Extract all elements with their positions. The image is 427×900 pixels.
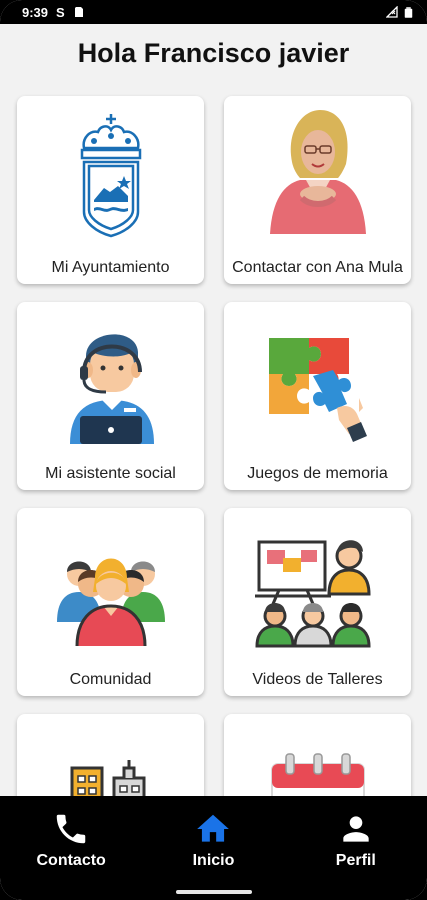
card-label: Comunidad (69, 671, 152, 688)
s-notification-icon: S (56, 4, 65, 20)
home-icon (197, 814, 230, 842)
nav-inicio-label: Inicio (192, 852, 235, 869)
nav-contacto-label: Contacto (36, 852, 106, 869)
bottom-navigation: Contacto Inicio Perfil (0, 796, 427, 900)
ana-mula-photo (261, 102, 374, 234)
app-screen: 9:39 S Hola Francisco javier Mi Ayuntami… (0, 0, 427, 900)
card-label: Videos de Talleres (252, 671, 383, 688)
sd-card-icon (74, 7, 83, 17)
card-juegos-de-memoria[interactable]: Juegos de memoria (224, 302, 411, 490)
social-assistant-icon (69, 334, 154, 444)
card-mi-ayuntamiento[interactable]: Mi Ayuntamiento (17, 96, 204, 284)
puzzle-icon (268, 338, 367, 442)
nav-contacto[interactable]: Contacto (11, 810, 131, 870)
workshop-icon (254, 540, 371, 648)
coat-of-arms-icon (80, 114, 141, 238)
card-label: Contactar con Ana Mula (232, 259, 403, 276)
page-title: Hola Francisco javier (77, 38, 350, 68)
card-comunidad[interactable]: Comunidad (17, 508, 204, 696)
signal-icon (386, 6, 398, 18)
card-label: Mi asistente social (45, 465, 176, 482)
menu-grid: Mi Ayuntamiento Contactar con Ana Mula M… (17, 96, 411, 900)
person-icon (343, 816, 369, 842)
card-mi-asistente-social[interactable]: Mi asistente social (17, 302, 204, 490)
nav-perfil[interactable]: Perfil (296, 810, 416, 870)
card-contactar-ana-mula[interactable]: Contactar con Ana Mula (224, 96, 411, 284)
nav-perfil-label: Perfil (335, 852, 376, 869)
card-videos-de-talleres[interactable]: Videos de Talleres (224, 508, 411, 696)
gesture-home-indicator[interactable] (176, 890, 252, 894)
card-label: Juegos de memoria (247, 465, 388, 482)
status-time: 9:39 (22, 4, 49, 20)
status-bar: 9:39 S (0, 0, 427, 24)
nav-inicio[interactable]: Inicio (153, 810, 273, 870)
phone-icon (56, 814, 86, 844)
community-icon (56, 558, 165, 647)
battery-icon (404, 6, 413, 18)
card-label: Mi Ayuntamiento (51, 259, 170, 276)
